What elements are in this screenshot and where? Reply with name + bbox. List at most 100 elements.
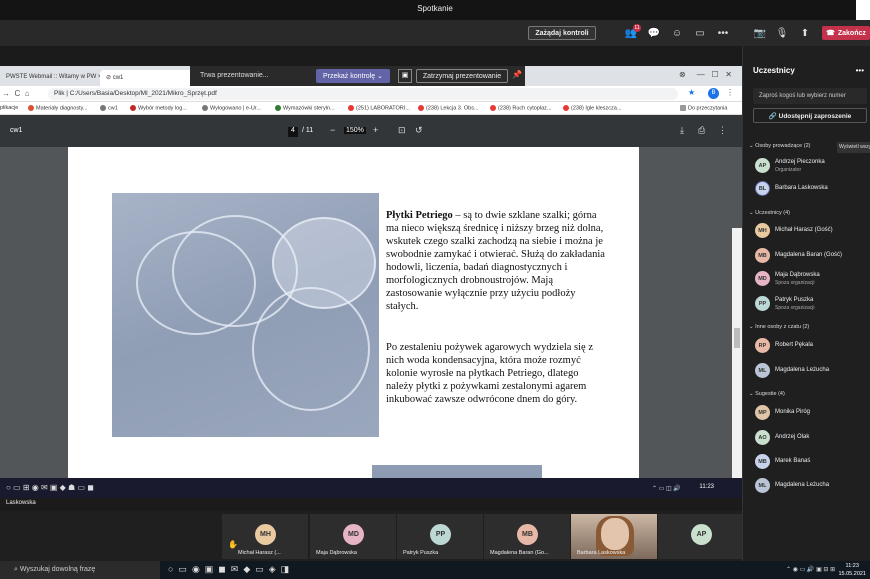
star-icon[interactable]: ★ bbox=[688, 88, 695, 97]
menu-icon[interactable]: ⋮ bbox=[726, 88, 734, 97]
show-all-button[interactable]: Wyświetl wszystko bbox=[837, 142, 870, 153]
bookmark[interactable]: (238) Igle kleszcza... bbox=[563, 105, 621, 111]
taskbar-search[interactable]: ⌕ Wyszukaj dowolną frazę bbox=[0, 561, 160, 579]
mic-off-icon[interactable]: 🎙 bbox=[774, 25, 790, 41]
url-field[interactable]: Plik | C:/Users/Basia/Desktop/MI_2021/Mi… bbox=[48, 88, 678, 100]
participants-panel: Uczestnicy ••• Zaproś kogoś lub wybierz … bbox=[742, 46, 870, 561]
participant-row[interactable]: MP Monika Piróg bbox=[753, 403, 870, 423]
phone-icon: ☎ bbox=[826, 30, 835, 37]
participant-name: Andrzej Olak bbox=[775, 434, 810, 440]
section-header[interactable]: ⌄ Sugestie (4) bbox=[749, 391, 785, 397]
nav-buttons-icon[interactable]: → C ⌂ bbox=[2, 89, 30, 98]
tab-cw1[interactable]: ⊘ cw1 bbox=[100, 70, 200, 86]
share-screen-icon[interactable]: ▭ bbox=[692, 25, 708, 41]
window-controls[interactable]: ⊗ — ☐ ✕ bbox=[679, 70, 732, 79]
avatar: MH bbox=[755, 223, 770, 238]
chevron-down-icon: ⌄ bbox=[377, 73, 383, 80]
tray-icons[interactable]: ⌃ ◉ ▭ 🔊 ▣ ⊟ ⊞ bbox=[786, 566, 835, 573]
participant-row[interactable]: PP Patryk Puszka Spoza organizacji bbox=[753, 294, 870, 314]
participant-tile[interactable]: MH ✋ Michał Harasz (... bbox=[222, 514, 308, 559]
rotate-icon[interactable]: ↺ bbox=[415, 125, 423, 136]
zoom-in-icon[interactable]: + bbox=[373, 125, 378, 135]
participant-tile[interactable]: MD Maja Dąbrowska bbox=[310, 514, 396, 559]
profile-avatar[interactable]: B bbox=[708, 88, 719, 99]
participant-row[interactable]: MH Michał Harasz (Gość) bbox=[753, 221, 870, 241]
bookmark[interactable]: Do przeczytania bbox=[680, 105, 727, 111]
participant-row[interactable]: ML Magdalena Leżucha bbox=[753, 476, 870, 496]
participant-row[interactable]: AP Andrzej Pieczonka Organizator bbox=[753, 156, 870, 176]
taskbar-app-icon[interactable]: ○ ▭ ⊞ ◉ ✉ ▣ ◆ ☗ ▭ ◼ bbox=[6, 483, 94, 492]
section-header[interactable]: ⌄ Osoby prowadzące (2) bbox=[749, 143, 810, 149]
camera-off-icon[interactable]: 📷 bbox=[752, 25, 768, 41]
zoom-out-icon[interactable]: − bbox=[330, 125, 335, 135]
stop-presenting-button[interactable]: Zatrzymaj prezentowanie bbox=[416, 69, 508, 83]
fit-page-icon[interactable]: ⊡ bbox=[398, 125, 406, 136]
link-icon: 🔗 bbox=[768, 113, 777, 120]
participant-tile[interactable]: PP Patryk Puszka bbox=[397, 514, 483, 559]
pdf-page: Płytki Petriego – są to dwie szklane sza… bbox=[68, 147, 639, 478]
pass-control-button[interactable]: Przekaż kontrolę ⌄ bbox=[316, 69, 390, 83]
section-header[interactable]: ⌄ Uczestnicy (4) bbox=[749, 210, 790, 216]
participant-row[interactable]: BL Barbara Laskowska bbox=[753, 179, 870, 199]
remote-clock: 11:23 bbox=[699, 484, 714, 490]
maximize-button[interactable] bbox=[856, 0, 870, 20]
address-bar: → C ⌂ Plik | C:/Users/Basia/Desktop/MI_2… bbox=[0, 86, 742, 102]
invite-input[interactable]: Zaproś kogoś lub wybierz numer bbox=[753, 88, 867, 104]
avatar: AO bbox=[755, 430, 770, 445]
participant-name: Andrzej Pieczonka bbox=[775, 159, 825, 165]
bookmark[interactable]: (238) Lekcja 3. Obs... bbox=[418, 105, 479, 111]
participant-name: Robert Pękala bbox=[775, 342, 814, 348]
reactions-icon[interactable]: ☺ bbox=[669, 25, 685, 41]
request-control-button[interactable]: Zażądaj kontroli bbox=[528, 26, 596, 40]
more-icon[interactable]: ••• bbox=[856, 66, 864, 75]
bookmark[interactable]: Wylogowano | e-Ur... bbox=[202, 105, 261, 111]
bookmark[interactable]: cw1 bbox=[100, 105, 118, 111]
video-tile[interactable]: Barbara Laskowska bbox=[571, 514, 657, 559]
participant-row[interactable]: RP Robert Pękala bbox=[753, 336, 870, 356]
share-invite-button[interactable]: 🔗 Udostępnij zaproszenie bbox=[753, 108, 867, 123]
tray-icons[interactable]: ⌃ ▭ ◫ 🔊 bbox=[652, 485, 681, 492]
browser-window: PWSTE Webmail :: Witamy w PW × ⊘ cw1 ⊗ —… bbox=[0, 66, 742, 559]
avatar: RP bbox=[755, 338, 770, 353]
participant-name: Barbara Laskowska bbox=[577, 550, 626, 556]
participant-row[interactable]: MB Magdalena Baran (Gość) bbox=[753, 246, 870, 266]
participant-row[interactable]: ML Magdalena Leżucha bbox=[753, 361, 870, 381]
pdf-heading: Płytki Petriego bbox=[386, 210, 453, 221]
avatar: MB bbox=[755, 454, 770, 469]
pdf-title: cw1 bbox=[10, 127, 23, 134]
bookmark[interactable]: Materiały diagnosty... bbox=[28, 105, 88, 111]
participant-tile[interactable]: AP bbox=[658, 514, 744, 559]
avatar: MD bbox=[343, 524, 364, 545]
bookmark[interactable]: Wymazówki steryln... bbox=[275, 105, 335, 111]
bookmark[interactable]: Wybór metody log... bbox=[130, 105, 187, 111]
avatar: MB bbox=[517, 524, 538, 545]
chat-icon[interactable]: 💬 bbox=[646, 25, 662, 41]
participant-row[interactable]: MB Marek Banaś bbox=[753, 452, 870, 472]
include-audio-icon[interactable]: ▣ bbox=[398, 69, 412, 83]
share-tray-icon[interactable]: ⬆ bbox=[797, 25, 813, 41]
window-title: Spotkanie bbox=[417, 4, 453, 13]
participant-row[interactable]: MD Maja Dąbrowska Spoza organizacji bbox=[753, 269, 870, 289]
leave-button[interactable]: ☎ Zakończ bbox=[822, 26, 870, 40]
bookmark[interactable]: (251) LABORATORI... bbox=[348, 105, 410, 111]
panel-title: Uczestnicy bbox=[753, 66, 795, 75]
bookmark[interactable]: plikacje bbox=[0, 105, 18, 111]
avatar: MB bbox=[755, 248, 770, 263]
more-icon[interactable]: ••• bbox=[715, 25, 731, 41]
participant-name: Michał Harasz (... bbox=[238, 550, 281, 556]
scroll-thumb[interactable] bbox=[734, 328, 740, 348]
pdf-viewer[interactable]: Płytki Petriego – są to dwie szklane sza… bbox=[0, 147, 742, 559]
globe-icon: ⊘ bbox=[106, 75, 112, 81]
download-icon[interactable]: ⤓ bbox=[680, 125, 684, 136]
pin-icon[interactable]: 📌 bbox=[512, 70, 522, 79]
print-icon[interactable]: ⎙ bbox=[698, 125, 705, 136]
section-header[interactable]: ⌄ Inne osoby z czatu (2) bbox=[749, 324, 809, 330]
taskbar-app-icon[interactable]: ○ ▭ ◉ ▣ ◼ ✉ ◆ ▭ ◈ ◨ bbox=[168, 564, 289, 575]
zoom-level[interactable]: 150% bbox=[344, 127, 366, 134]
page-number-input[interactable]: 4 bbox=[288, 127, 298, 137]
more-vert-icon[interactable]: ⋮ bbox=[718, 125, 727, 136]
participant-row[interactable]: AO Andrzej Olak bbox=[753, 428, 870, 448]
bookmark[interactable]: (238) Ruch cytoplaz... bbox=[490, 105, 552, 111]
tab-webmail[interactable]: PWSTE Webmail :: Witamy w PW × bbox=[0, 70, 101, 86]
participant-tile[interactable]: MB Magdalena Baran (Go... bbox=[484, 514, 570, 559]
